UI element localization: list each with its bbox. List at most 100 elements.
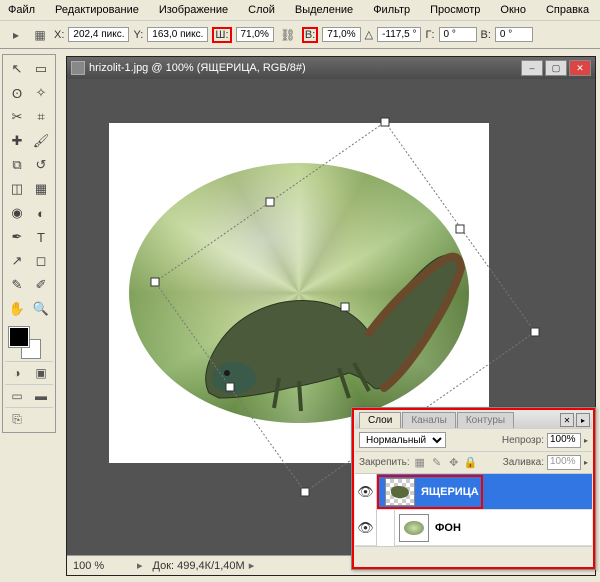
doc-size: Док: 499,4К/1,40М	[147, 560, 245, 572]
x-field[interactable]: 202,4 пикс.	[68, 27, 129, 42]
lock-brush-icon[interactable]: ✎	[430, 456, 444, 470]
opacity-field[interactable]: 100%	[547, 433, 581, 448]
tool-heal[interactable]: ✚	[5, 129, 29, 153]
tab-paths[interactable]: Контуры	[457, 412, 514, 428]
jump-icon[interactable]: ⎘	[5, 410, 29, 428]
menu-help[interactable]: Справка	[542, 2, 593, 18]
fill-field[interactable]: 100%	[547, 455, 581, 470]
lock-row: Закрепить: ▦ ✎ ✥ 🔒 Заливка: 100% ▸	[355, 452, 592, 474]
y-field[interactable]: 163,0 пикс.	[147, 27, 208, 42]
lizard-image	[189, 233, 469, 433]
skew-h-field[interactable]: 0 °	[439, 27, 477, 42]
tool-stamp[interactable]: ⧉	[5, 153, 29, 177]
tool-path[interactable]: ↗	[5, 249, 29, 273]
layers-footer	[355, 546, 592, 566]
color-swatch[interactable]	[7, 325, 51, 357]
tool-notes[interactable]: ✎	[5, 273, 29, 297]
foreground-color[interactable]	[9, 327, 29, 347]
fill-label: Заливка:	[503, 457, 544, 468]
fill-menu-icon[interactable]: ▸	[584, 458, 588, 467]
layer-thumb[interactable]	[385, 478, 415, 506]
lock-label: Закрепить:	[359, 457, 410, 468]
skew-v-field[interactable]: 0 °	[495, 27, 533, 42]
blend-mode-select[interactable]: Нормальный	[359, 432, 446, 448]
tool-zoom[interactable]: 🔍	[29, 297, 53, 321]
menu-window[interactable]: Окно	[496, 2, 530, 18]
tool-move[interactable]: ↖	[5, 57, 29, 81]
tool-eraser[interactable]: ◫	[5, 177, 29, 201]
mode-std-icon[interactable]: ▭	[5, 387, 29, 405]
skew-h-label: Г:	[425, 29, 434, 41]
link-wh-icon[interactable]: ⛓	[278, 26, 298, 44]
document-title: hrizolit-1.jpg @ 100% (ЯЩЕРИЦА, RGB/8#)	[89, 62, 306, 74]
menu-image[interactable]: Изображение	[155, 2, 232, 18]
tool-pen[interactable]: ✒	[5, 225, 29, 249]
reference-point-icon[interactable]: ▦	[30, 26, 50, 44]
maximize-button[interactable]: ▢	[545, 60, 567, 76]
layer-list: 👁 ЯЩЕРИЦА 👁 ФОН	[355, 474, 592, 546]
tool-wand[interactable]: ✧	[29, 81, 53, 105]
tool-history[interactable]: ↺	[29, 153, 53, 177]
h-field[interactable]: 71,0%	[322, 27, 360, 42]
angle-field[interactable]: -117,5 °	[377, 27, 421, 42]
layers-panel: Слои Каналы Контуры ▸ ✕ Нормальный Непро…	[351, 407, 596, 570]
menu-edit[interactable]: Редактирование	[51, 2, 143, 18]
tool-preset-icon[interactable]: ▸	[6, 26, 26, 44]
angle-label: △	[365, 28, 373, 41]
tool-marquee[interactable]: ▭	[29, 57, 53, 81]
tab-channels[interactable]: Каналы	[402, 412, 456, 428]
options-bar: ▸ ▦ X: 202,4 пикс. Y: 163,0 пикс. Ш: 71,…	[0, 21, 600, 49]
zoom-menu-icon[interactable]: ▸	[137, 559, 143, 572]
visibility-icon[interactable]: 👁	[355, 510, 377, 546]
lock-pixels-icon[interactable]: ▦	[413, 456, 427, 470]
menu-select[interactable]: Выделение	[291, 2, 357, 18]
tool-lasso[interactable]: ʘ	[5, 81, 29, 105]
link-cell[interactable]	[377, 510, 395, 546]
w-field[interactable]: 71,0%	[236, 27, 274, 42]
tool-hand[interactable]: ✋	[5, 297, 29, 321]
h-label: В:	[305, 29, 315, 41]
screenmode-icon[interactable]: ▣	[29, 364, 53, 382]
opacity-label: Непрозр:	[502, 435, 544, 446]
menu-layer[interactable]: Слой	[244, 2, 279, 18]
opacity-menu-icon[interactable]: ▸	[584, 436, 588, 445]
blend-row: Нормальный Непрозр: 100% ▸	[355, 429, 592, 452]
menu-bar: Файл Редактирование Изображение Слой Выд…	[0, 0, 600, 21]
document-titlebar: hrizolit-1.jpg @ 100% (ЯЩЕРИЦА, RGB/8#) …	[67, 57, 595, 79]
tool-crop[interactable]: ✂	[5, 105, 29, 129]
tool-brush[interactable]: 🖌	[29, 129, 53, 153]
layer-row-background[interactable]: 👁 ФОН	[355, 510, 592, 546]
tool-eyedrop[interactable]: ✐	[29, 273, 53, 297]
tab-layers[interactable]: Слои	[359, 412, 401, 428]
layer-name[interactable]: ЯЩЕРИЦА	[419, 486, 479, 498]
menu-file[interactable]: Файл	[4, 2, 39, 18]
y-label: Y:	[133, 29, 143, 41]
layer-thumb[interactable]	[399, 514, 429, 542]
lock-all-icon[interactable]: 🔒	[464, 456, 478, 470]
w-label: Ш:	[215, 29, 228, 41]
doc-menu-icon[interactable]: ▸	[249, 559, 255, 572]
skew-v-label: В:	[481, 29, 491, 41]
tool-slice[interactable]: ⌗	[29, 105, 53, 129]
visibility-icon[interactable]: 👁	[355, 474, 377, 510]
panel-menu-icon[interactable]: ▸	[576, 413, 590, 427]
layer-row-lizard[interactable]: 👁 ЯЩЕРИЦА	[355, 474, 592, 510]
tool-type[interactable]: T	[29, 225, 53, 249]
tool-blur[interactable]: ◉	[5, 201, 29, 225]
zoom-level[interactable]: 100 %	[73, 560, 133, 572]
panel-close-icon[interactable]: ✕	[560, 413, 574, 427]
quickmask-icon[interactable]: ◑	[5, 364, 29, 382]
layers-tabs: Слои Каналы Контуры ▸ ✕	[355, 411, 592, 429]
toolbox: ↖▭ʘ✧✂⌗✚🖌⧉↺◫▦◉◐✒T↗◻✎✐✋🔍 ◑▣ ▭▬ ⎘	[2, 54, 56, 433]
menu-filter[interactable]: Фильтр	[369, 2, 414, 18]
close-button[interactable]: ✕	[569, 60, 591, 76]
tool-dodge[interactable]: ◐	[29, 201, 53, 225]
tool-gradient[interactable]: ▦	[29, 177, 53, 201]
lock-move-icon[interactable]: ✥	[447, 456, 461, 470]
menu-view[interactable]: Просмотр	[426, 2, 484, 18]
minimize-button[interactable]: –	[521, 60, 543, 76]
layer-name[interactable]: ФОН	[433, 522, 461, 534]
x-label: X:	[54, 29, 64, 41]
mode-full-icon[interactable]: ▬	[29, 387, 53, 405]
tool-shape[interactable]: ◻	[29, 249, 53, 273]
